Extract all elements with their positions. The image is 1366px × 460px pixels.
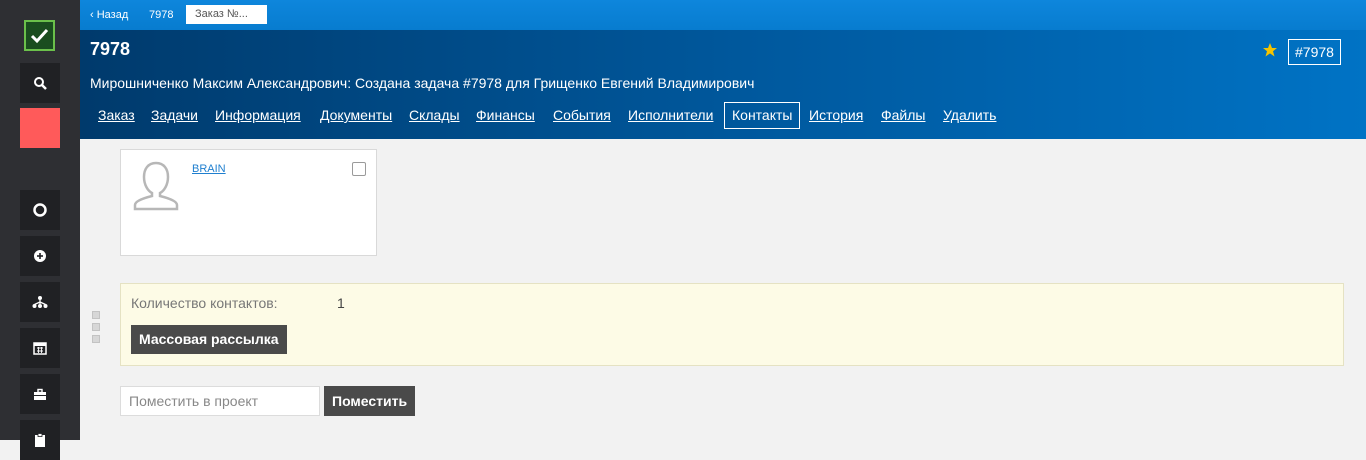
tab-warehouses[interactable]: Склады bbox=[409, 102, 460, 129]
contact-name-link[interactable]: BRAIN bbox=[192, 163, 226, 175]
tab-executors[interactable]: Исполнители bbox=[628, 102, 713, 129]
briefcase-icon[interactable] bbox=[20, 374, 60, 414]
clipboard-icon[interactable] bbox=[20, 420, 60, 460]
calendar-icon[interactable] bbox=[20, 328, 60, 368]
breadcrumb-item[interactable]: 7978 bbox=[149, 9, 173, 21]
main-area: ‹ Назад 7978 Заказ №... 7978 Мирошниченк… bbox=[80, 0, 1366, 440]
tab-history[interactable]: История bbox=[809, 102, 863, 129]
tab-tasks[interactable]: Задачи bbox=[151, 102, 198, 129]
user-avatar-icon bbox=[132, 159, 180, 216]
breadcrumb-bar: ‹ Назад 7978 Заказ №... bbox=[80, 0, 1366, 30]
drag-handle-icon[interactable] bbox=[92, 311, 100, 347]
tab-order[interactable]: Заказ bbox=[98, 102, 135, 129]
put-into-project-button[interactable]: Поместить bbox=[324, 386, 416, 416]
check-logo-icon[interactable] bbox=[24, 20, 55, 51]
status-color-square[interactable] bbox=[20, 108, 60, 148]
project-input[interactable] bbox=[120, 386, 320, 416]
left-sidebar bbox=[0, 0, 80, 460]
tab-events[interactable]: События bbox=[553, 102, 611, 129]
mass-mailing-button[interactable]: Массовая рассылка bbox=[131, 325, 287, 354]
lifebuoy-icon[interactable] bbox=[20, 190, 60, 230]
plus-circle-icon[interactable] bbox=[20, 236, 60, 276]
contact-select-checkbox[interactable] bbox=[352, 162, 366, 176]
contacts-summary-panel: Количество контактов: 1 Массовая рассылк… bbox=[120, 283, 1344, 366]
tab-finances[interactable]: Финансы bbox=[476, 102, 535, 129]
tab-information[interactable]: Информация bbox=[215, 102, 301, 129]
sitemap-icon[interactable] bbox=[20, 282, 60, 322]
tab-contacts[interactable]: Контакты bbox=[724, 102, 801, 129]
contact-card: BRAIN bbox=[120, 149, 377, 256]
back-link[interactable]: ‹ Назад bbox=[90, 9, 128, 21]
tab-files[interactable]: Файлы bbox=[881, 102, 925, 129]
order-number-badge[interactable]: #7978 bbox=[1288, 39, 1341, 65]
page-header: 7978 Мирошниченко Максим Александрович: … bbox=[80, 30, 1366, 139]
contacts-count-value: 1 bbox=[337, 295, 345, 311]
tab-documents[interactable]: Документы bbox=[320, 102, 392, 129]
breadcrumb-current: Заказ №... bbox=[186, 5, 267, 24]
page-subtitle: Мирошниченко Максим Александрович: Созда… bbox=[90, 75, 755, 91]
search-icon[interactable] bbox=[20, 63, 60, 103]
tab-delete[interactable]: Удалить bbox=[943, 102, 996, 129]
star-icon[interactable] bbox=[1262, 42, 1278, 63]
page-title: 7978 bbox=[90, 39, 131, 59]
contacts-count-label: Количество контактов: bbox=[131, 295, 278, 311]
